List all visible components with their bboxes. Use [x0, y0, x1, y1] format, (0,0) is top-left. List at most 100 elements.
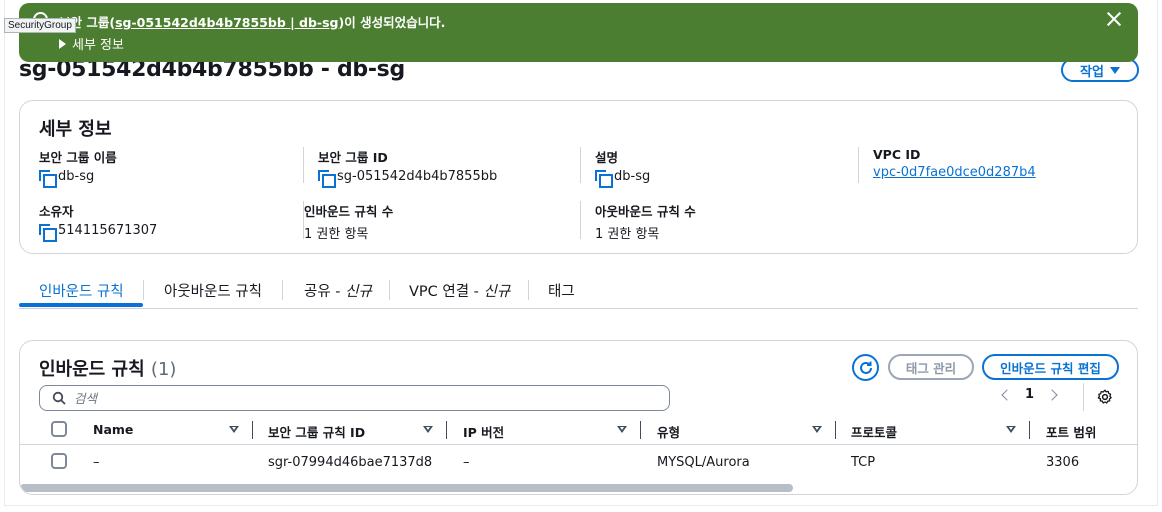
- column-resizer[interactable]: [446, 421, 447, 439]
- field-value: 1 권한 항목: [304, 223, 393, 242]
- column-divider: [858, 147, 859, 183]
- field-label: 설명: [595, 150, 619, 165]
- edit-inbound-rules-button[interactable]: 인바운드 규칙 편집: [982, 354, 1119, 380]
- new-tag: 신규: [483, 284, 511, 300]
- copy-icon[interactable]: [318, 169, 336, 188]
- field-label: 소유자: [39, 204, 74, 219]
- rules-title-text: 인바운드 규칙: [39, 359, 145, 380]
- column-divider: [303, 147, 304, 183]
- flash-details-label: 세부 정보: [72, 38, 124, 53]
- field-value-text: sg-051542d4b4b7855bb: [337, 169, 498, 184]
- tab-sharing[interactable]: 공유 - 신규: [304, 280, 372, 301]
- field-label: 아웃바운드 규칙 수: [595, 204, 696, 219]
- gear-icon[interactable]: [1097, 389, 1113, 405]
- table-row[interactable]: – sgr-07994d46bae7137d8 – MYSQL/Aurora T…: [20, 446, 1137, 480]
- row-checkbox[interactable]: [51, 453, 67, 469]
- column-resizer[interactable]: [252, 421, 253, 439]
- cell-ip-version: –: [463, 455, 470, 470]
- vpc-id-link[interactable]: vpc-0d7fae0dce0d287b4: [873, 165, 1036, 180]
- field-outbound-rule-count: 아웃바운드 규칙 수 1 권한 항목: [595, 201, 696, 242]
- horizontal-scrollbar[interactable]: [20, 484, 793, 492]
- column-resizer[interactable]: [640, 421, 641, 439]
- sort-icon[interactable]: [617, 426, 627, 433]
- tooltip: SecurityGroup: [4, 18, 76, 33]
- field-owner: 소유자 514115671307: [39, 201, 158, 242]
- tab-separator: [143, 280, 144, 300]
- refresh-button[interactable]: [852, 354, 879, 381]
- search-box[interactable]: [39, 385, 670, 411]
- column-resizer[interactable]: [1029, 421, 1030, 439]
- field-security-group-id: 보안 그룹 ID sg-051542d4b4b7855bb: [318, 147, 498, 188]
- select-all-checkbox[interactable]: [51, 421, 67, 437]
- close-icon[interactable]: [1106, 11, 1122, 27]
- cell-port-range: 3306: [1046, 455, 1080, 470]
- flash-message-suffix: )이 생성되었습니다.: [338, 15, 446, 30]
- search-icon: [52, 391, 66, 405]
- field-value: sg-051542d4b4b7855bb: [318, 169, 498, 188]
- field-security-group-name: 보안 그룹 이름 db-sg: [39, 147, 117, 188]
- page-number[interactable]: 1: [1025, 387, 1034, 402]
- tab-label: 공유 -: [304, 284, 346, 300]
- tab-label: VPC 연결 -: [409, 284, 484, 300]
- column-header-ip-version[interactable]: IP 버전: [463, 422, 504, 441]
- pagination: 1: [1001, 387, 1058, 402]
- rules-count: (1): [150, 359, 177, 380]
- field-description: 설명 db-sg: [595, 147, 651, 188]
- inbound-rules-card: 인바운드 규칙 (1) 태그 관리 인바운드 규칙 편집 1 Name 보안 그…: [19, 340, 1138, 495]
- search-input[interactable]: [74, 390, 634, 406]
- field-value-text: db-sg: [58, 169, 95, 184]
- tab-tags[interactable]: 태그: [548, 280, 575, 301]
- field-label: 보안 그룹 ID: [318, 150, 388, 165]
- manage-tags-button[interactable]: 태그 관리: [888, 354, 974, 380]
- flash-security-group-link[interactable]: sg-051542d4b4b7855bb | db-sg: [115, 15, 338, 30]
- sort-icon[interactable]: [1006, 426, 1016, 433]
- tab-inbound-rules[interactable]: 인바운드 규칙: [39, 280, 124, 301]
- tab-separator: [389, 280, 390, 300]
- chevron-left-icon[interactable]: [1001, 388, 1013, 401]
- tab-bar: 인바운드 규칙 아웃바운드 규칙 공유 - 신규 VPC 연결 - 신규 태그: [19, 278, 1138, 309]
- caret-down-icon: [1109, 66, 1120, 74]
- column-resizer[interactable]: [835, 421, 836, 439]
- column-divider: [580, 201, 581, 239]
- field-value: 1 권한 항목: [595, 223, 696, 242]
- field-vpc-id: VPC ID vpc-0d7fae0dce0d287b4: [873, 147, 1036, 180]
- cell-protocol: TCP: [851, 455, 876, 470]
- pager-divider: [1083, 383, 1084, 411]
- success-flash-banner: 보안 그룹(sg-051542d4b4b7855bb | db-sg)이 생성되…: [19, 3, 1138, 62]
- copy-icon[interactable]: [39, 223, 57, 242]
- copy-icon[interactable]: [595, 169, 613, 188]
- chevron-right-icon[interactable]: [1046, 388, 1058, 401]
- table-header: Name 보안 그룹 규칙 ID IP 버전 유형 프로토콜 포트 범위: [20, 417, 1137, 445]
- field-value: db-sg: [39, 169, 117, 188]
- actions-button-label: 작업: [1080, 64, 1104, 80]
- flash-details-toggle[interactable]: 세부 정보: [59, 34, 124, 53]
- column-header-protocol[interactable]: 프로토콜: [851, 422, 897, 441]
- tab-vpc-associations[interactable]: VPC 연결 - 신규: [409, 280, 510, 301]
- field-value: 514115671307: [39, 223, 158, 242]
- column-divider: [580, 147, 581, 183]
- column-header-name[interactable]: Name: [93, 422, 133, 437]
- column-header-port-range[interactable]: 포트 범위: [1046, 422, 1096, 441]
- tab-outbound-rules[interactable]: 아웃바운드 규칙: [164, 280, 262, 301]
- sort-icon[interactable]: [423, 426, 433, 433]
- field-label: 인바운드 규칙 수: [304, 204, 394, 219]
- details-card: 세부 정보 보안 그룹 이름 db-sg 보안 그룹 ID sg-051542d…: [19, 100, 1138, 254]
- rules-title: 인바운드 규칙 (1): [39, 355, 176, 381]
- field-value-text: 514115671307: [58, 223, 158, 238]
- sort-icon[interactable]: [229, 426, 239, 433]
- field-value-text: db-sg: [614, 169, 651, 184]
- field-label: VPC ID: [873, 147, 921, 162]
- sort-icon[interactable]: [812, 426, 822, 433]
- tab-separator: [528, 280, 529, 300]
- field-value-text: 1 권한 항목: [595, 227, 660, 242]
- column-header-type[interactable]: 유형: [657, 422, 680, 441]
- details-title: 세부 정보: [39, 119, 112, 140]
- cell-name: –: [93, 455, 100, 470]
- active-tab-indicator: [19, 303, 143, 307]
- flash-message: 보안 그룹(sg-051542d4b4b7855bb | db-sg)이 생성되…: [59, 12, 445, 31]
- field-value: vpc-0d7fae0dce0d287b4: [873, 165, 1036, 180]
- column-header-rule-id[interactable]: 보안 그룹 규칙 ID: [268, 422, 365, 441]
- refresh-icon: [859, 361, 872, 374]
- cell-type: MYSQL/Aurora: [657, 455, 750, 470]
- copy-icon[interactable]: [39, 169, 57, 188]
